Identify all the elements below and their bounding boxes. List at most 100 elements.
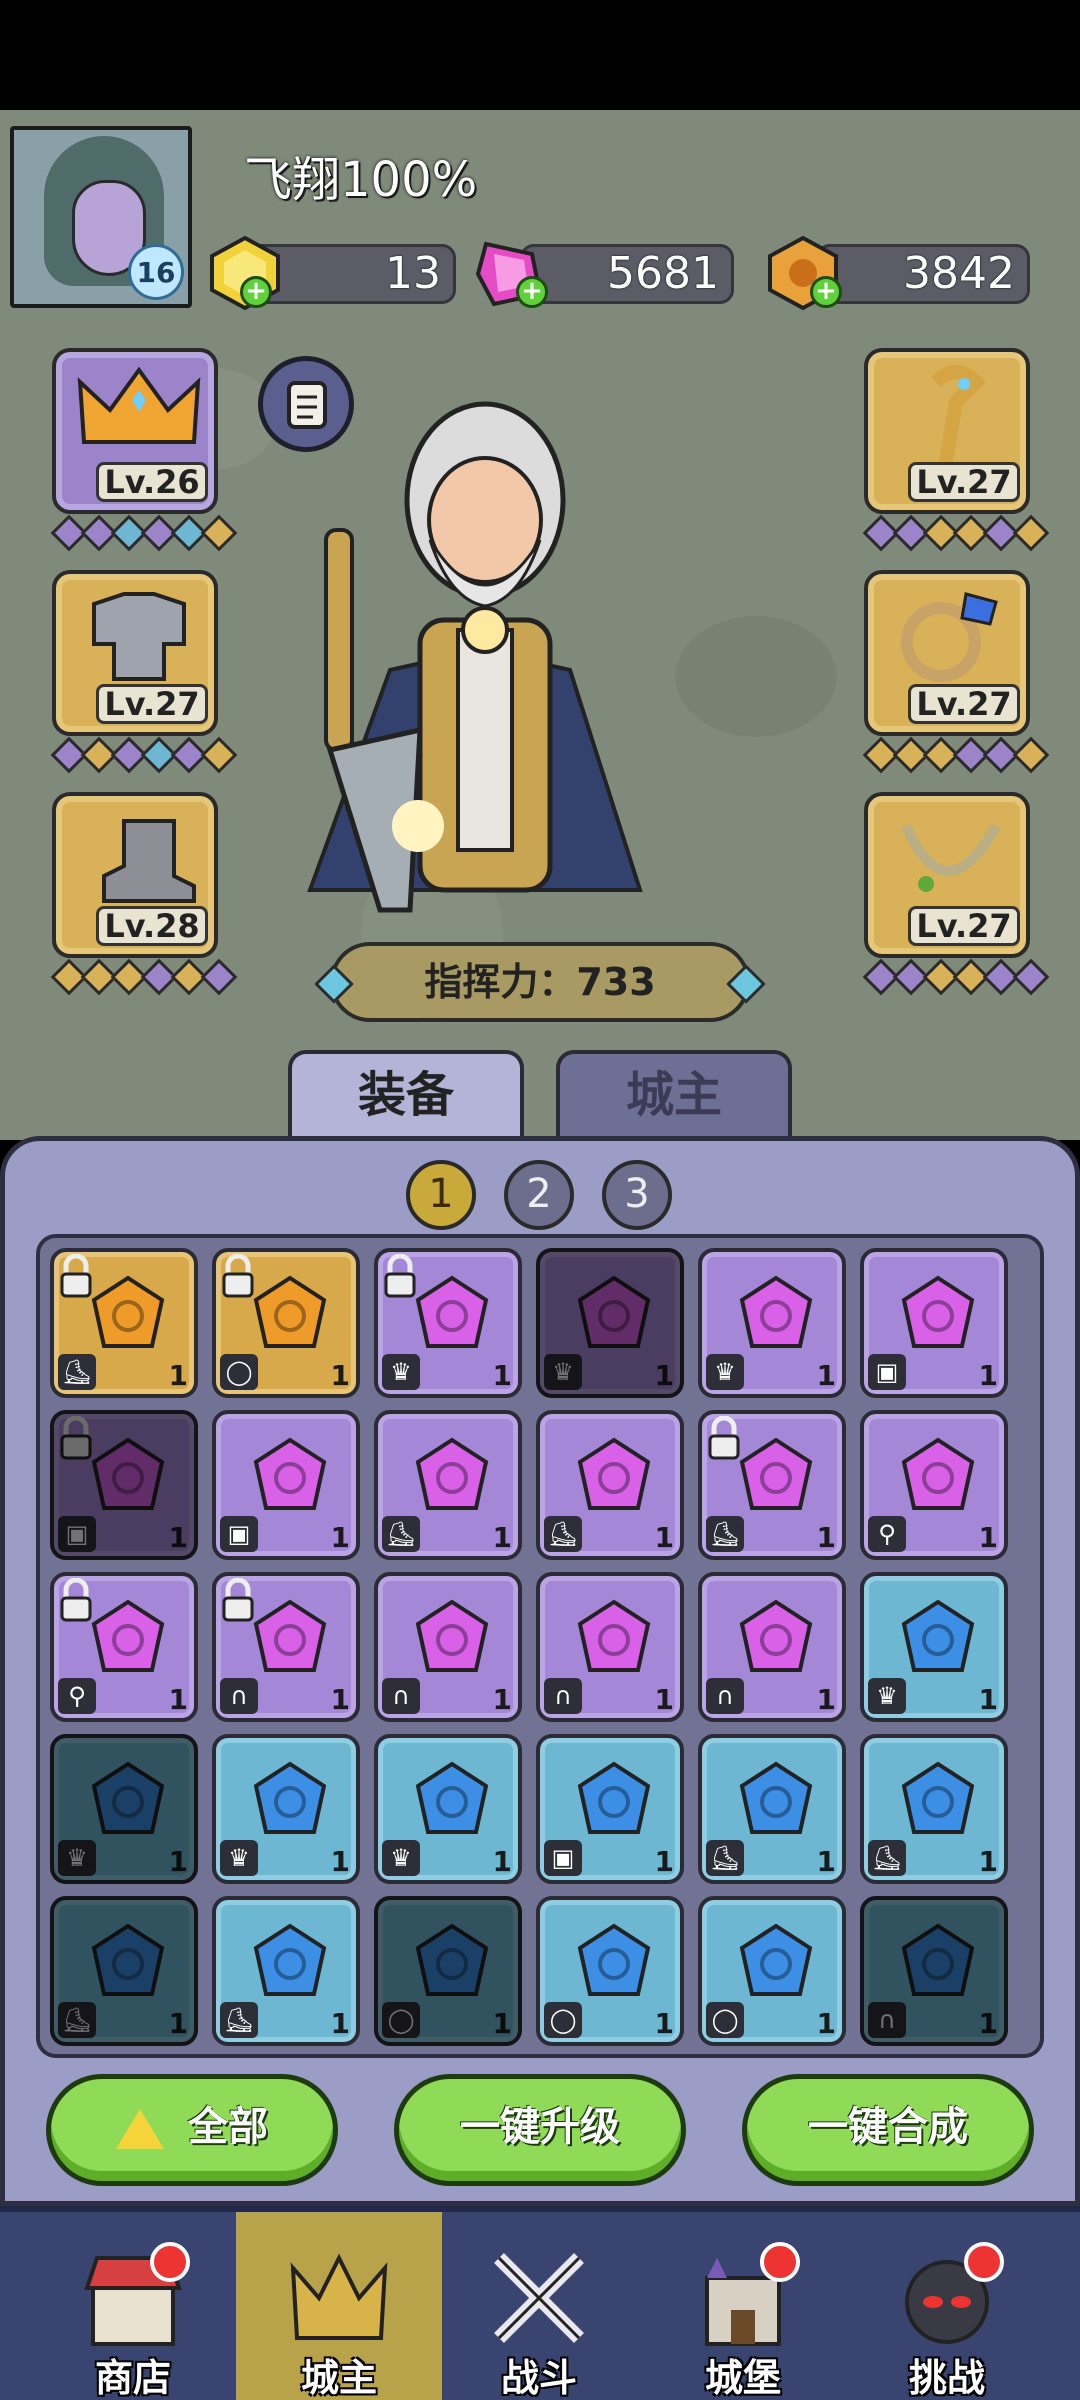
item-count: 1 bbox=[330, 1521, 350, 1554]
one-click-merge-button[interactable]: 一键合成 bbox=[742, 2074, 1034, 2186]
gem-sockets bbox=[50, 736, 238, 774]
filter-all-button[interactable]: 全部 bbox=[46, 2074, 338, 2186]
inventory-item[interactable]: ♛ 1 bbox=[698, 1248, 846, 1398]
item-count: 1 bbox=[492, 1521, 512, 1554]
item-count: 1 bbox=[816, 1683, 836, 1716]
inventory-item[interactable]: ♛ 1 bbox=[374, 1248, 522, 1398]
inventory-item[interactable]: ⛸ 1 bbox=[698, 1410, 846, 1560]
ring-type-icon: ◯ bbox=[382, 2002, 420, 2038]
notification-badge bbox=[760, 2242, 800, 2282]
inventory-item[interactable]: ♛ 1 bbox=[50, 1734, 198, 1884]
crown-icon bbox=[290, 2253, 388, 2340]
tab-lord[interactable]: 城主 bbox=[556, 1050, 792, 1140]
armor-type-icon: ▣ bbox=[220, 1516, 258, 1552]
inventory-item[interactable]: ◯ 1 bbox=[374, 1896, 522, 2046]
lock-icon bbox=[222, 1254, 254, 1298]
gem-icon bbox=[577, 1275, 651, 1348]
inventory-item[interactable]: ⛸ 1 bbox=[374, 1410, 522, 1560]
item-count: 1 bbox=[492, 2007, 512, 2040]
equip-slot-boots[interactable]: Lv.28 bbox=[52, 792, 218, 958]
inventory-item[interactable]: ∩ 1 bbox=[860, 1896, 1008, 2046]
add-gold-gem-button[interactable]: + bbox=[240, 276, 272, 308]
inventory-item[interactable]: ⚲ 1 bbox=[860, 1410, 1008, 1560]
item-count: 1 bbox=[330, 2007, 350, 2040]
inventory-item[interactable]: ∩ 1 bbox=[698, 1572, 846, 1722]
inventory-item[interactable]: ◯ 1 bbox=[698, 1896, 846, 2046]
nav-lord-label: 城主 bbox=[300, 2356, 377, 2400]
inventory-item[interactable]: ♛ 1 bbox=[860, 1572, 1008, 1722]
armor-type-icon: ▣ bbox=[544, 1840, 582, 1876]
gem-icon bbox=[415, 1923, 489, 1996]
inventory-item[interactable]: ♛ 1 bbox=[536, 1248, 684, 1398]
add-pink-crystal-button[interactable]: + bbox=[516, 276, 548, 308]
equip-level: Lv.27 bbox=[908, 906, 1020, 946]
boot-type-icon: ⛸ bbox=[544, 1516, 582, 1552]
inventory-item[interactable]: ▣ 1 bbox=[212, 1410, 360, 1560]
inventory-item[interactable]: ⛸ 1 bbox=[536, 1410, 684, 1560]
equip-slot-ring[interactable]: Lv.27 bbox=[864, 570, 1030, 736]
page-1-button[interactable]: 1 bbox=[406, 1160, 476, 1230]
inventory-item[interactable]: ◯ 1 bbox=[536, 1896, 684, 2046]
inventory-item[interactable]: ⛸ 1 bbox=[698, 1734, 846, 1884]
inventory-item[interactable]: ∩ 1 bbox=[374, 1572, 522, 1722]
inventory-item[interactable]: ▣ 1 bbox=[860, 1248, 1008, 1398]
inventory-item[interactable]: ▣ 1 bbox=[536, 1734, 684, 1884]
nav-battle[interactable]: 战斗 bbox=[436, 2212, 642, 2400]
item-count: 1 bbox=[168, 2007, 188, 2040]
gem-icon bbox=[739, 1275, 813, 1348]
equip-slot-armor[interactable]: Lv.27 bbox=[52, 570, 218, 736]
inventory-item[interactable]: ⛸ 1 bbox=[50, 1248, 198, 1398]
page-3-button[interactable]: 3 bbox=[602, 1160, 672, 1230]
staff-type-icon: ⚲ bbox=[58, 1678, 96, 1714]
tab-equipment[interactable]: 装备 bbox=[288, 1050, 524, 1140]
inventory-item[interactable]: ∩ 1 bbox=[212, 1572, 360, 1722]
player-name: 飞翔100% bbox=[244, 152, 478, 208]
gem-icon bbox=[577, 1923, 651, 1996]
inventory-item[interactable]: ▣ 1 bbox=[50, 1410, 198, 1560]
gem-icon bbox=[253, 1437, 327, 1510]
gem-icon bbox=[415, 1437, 489, 1510]
ring-icon bbox=[901, 592, 998, 682]
item-count: 1 bbox=[168, 1521, 188, 1554]
staff-type-icon: ⚲ bbox=[868, 1516, 906, 1552]
inventory-item[interactable]: ⛸ 1 bbox=[50, 1896, 198, 2046]
neck-type-icon: ∩ bbox=[220, 1678, 258, 1714]
item-count: 1 bbox=[492, 1845, 512, 1878]
inventory-item[interactable]: ◯ 1 bbox=[212, 1248, 360, 1398]
boot-type-icon: ⛸ bbox=[706, 1840, 744, 1876]
gem-icon bbox=[253, 1275, 327, 1348]
inventory-item[interactable]: ⚲ 1 bbox=[50, 1572, 198, 1722]
nav-shop[interactable]: 商店 bbox=[30, 2212, 236, 2400]
page-2-button[interactable]: 2 bbox=[504, 1160, 574, 1230]
equip-level: Lv.27 bbox=[908, 462, 1020, 502]
equip-slot-staff[interactable]: Lv.27 bbox=[864, 348, 1030, 514]
gem-icon bbox=[901, 1923, 975, 1996]
inventory-item[interactable]: ∩ 1 bbox=[536, 1572, 684, 1722]
boot-type-icon: ⛸ bbox=[706, 1516, 744, 1552]
add-coin-button[interactable]: + bbox=[810, 276, 842, 308]
gem-icon bbox=[415, 1761, 489, 1834]
equip-slot-necklace[interactable]: Lv.27 bbox=[864, 792, 1030, 958]
nav-lord[interactable]: 城主 bbox=[236, 2212, 442, 2400]
neck-type-icon: ∩ bbox=[868, 2002, 906, 2038]
nav-castle[interactable]: 城堡 bbox=[640, 2212, 846, 2400]
hero-knight-portrait bbox=[307, 401, 643, 913]
nav-challenge[interactable]: 挑战 bbox=[844, 2212, 1050, 2400]
item-count: 1 bbox=[654, 1359, 674, 1392]
armor-icon bbox=[92, 592, 186, 681]
inventory-item[interactable]: ♛ 1 bbox=[212, 1734, 360, 1884]
inventory-item[interactable]: ⛸ 1 bbox=[212, 1896, 360, 2046]
nav-shop-label: 商店 bbox=[94, 2356, 171, 2400]
equip-level: Lv.27 bbox=[96, 684, 208, 724]
player-avatar[interactable]: 16 bbox=[10, 126, 192, 308]
one-click-upgrade-button[interactable]: 一键升级 bbox=[394, 2074, 686, 2186]
item-count: 1 bbox=[654, 1845, 674, 1878]
gem-icon bbox=[415, 1275, 489, 1348]
gem-icon bbox=[415, 1599, 489, 1672]
gem-icon bbox=[739, 1599, 813, 1672]
inventory-item[interactable]: ♛ 1 bbox=[374, 1734, 522, 1884]
item-count: 1 bbox=[330, 1845, 350, 1878]
inventory-item[interactable]: ⛸ 1 bbox=[860, 1734, 1008, 1884]
equip-slot-crown[interactable]: Lv.26 bbox=[52, 348, 218, 514]
gem-icon bbox=[91, 1437, 165, 1510]
